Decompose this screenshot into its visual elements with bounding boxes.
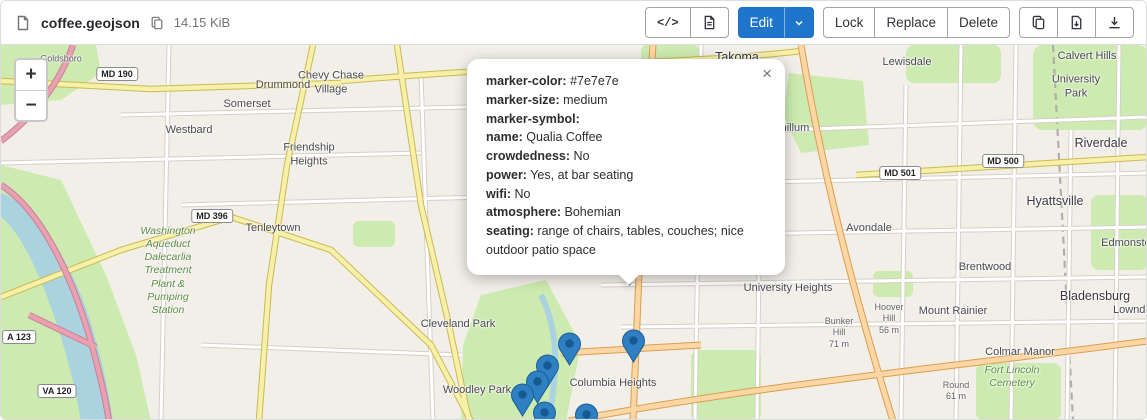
map-marker[interactable] <box>621 329 646 363</box>
zoom-in-button[interactable]: + <box>16 60 46 90</box>
copy-path-icon[interactable] <box>148 14 166 32</box>
road-shield: MD 500 <box>982 154 1024 168</box>
road-shield: MD 501 <box>879 166 921 180</box>
download-button[interactable] <box>1095 7 1134 38</box>
file-utility-group <box>1019 7 1134 38</box>
edit-dropdown-button[interactable] <box>784 7 814 38</box>
road-shield: MD 396 <box>191 209 233 223</box>
download-icon <box>1107 15 1122 30</box>
display-rendered-button[interactable] <box>690 7 729 38</box>
zoom-control: + − <box>14 58 48 122</box>
popup-row: marker-color: #7e7e7e <box>486 72 766 91</box>
file-action-group: Lock Replace Delete <box>823 7 1010 38</box>
lock-button[interactable]: Lock <box>823 7 876 38</box>
popup-row: name: Qualia Coffee <box>486 128 766 147</box>
popup-row: power: Yes, at bar seating <box>486 166 766 185</box>
open-raw-button[interactable] <box>1057 7 1096 38</box>
road-shield: VA 120 <box>37 384 76 398</box>
popup-row: wifi: No <box>486 185 766 204</box>
header-actions: </> Edit Lock Replace Delete <box>645 7 1134 38</box>
feature-popup: × marker-color: #7e7e7emarker-size: medi… <box>467 59 785 275</box>
popup-row: atmosphere: Bohemian <box>486 203 766 222</box>
zoom-out-button[interactable]: − <box>16 90 46 120</box>
popup-rows: marker-color: #7e7e7emarker-size: medium… <box>486 72 766 260</box>
map-marker[interactable] <box>574 403 599 419</box>
popup-row: marker-symbol: <box>486 110 766 129</box>
rendered-file-icon <box>702 15 717 30</box>
file-name: coffee.geojson <box>41 15 140 31</box>
copy-contents-button[interactable] <box>1019 7 1058 38</box>
road-shield: A 123 <box>2 330 36 344</box>
file-icon <box>13 13 33 33</box>
file-size: 14.15 KiB <box>174 15 230 30</box>
edit-button[interactable]: Edit <box>738 7 785 38</box>
edit-split-button: Edit <box>738 7 814 38</box>
map-marker[interactable] <box>557 332 582 366</box>
replace-button[interactable]: Replace <box>874 7 948 38</box>
raw-file-icon <box>1069 15 1084 30</box>
delete-button[interactable]: Delete <box>947 7 1010 38</box>
copy-icon <box>1031 15 1046 30</box>
chevron-down-icon <box>793 17 805 29</box>
file-viewer: coffee.geojson 14.15 KiB </> Edit Lock R… <box>0 0 1147 420</box>
road-shield: MD 190 <box>96 67 138 81</box>
view-toggle-group: </> <box>645 7 729 38</box>
popup-close-icon[interactable]: × <box>758 63 776 84</box>
popup-row: seating: range of chairs, tables, couche… <box>486 222 766 260</box>
popup-row: crowdedness: No <box>486 147 766 166</box>
map-marker[interactable] <box>532 401 557 419</box>
file-header: coffee.geojson 14.15 KiB </> Edit Lock R… <box>1 1 1146 45</box>
display-source-button[interactable]: </> <box>645 7 691 38</box>
map-canvas[interactable]: + − × marker-color: #7e7e7emarker-size: … <box>1 45 1146 419</box>
popup-row: marker-size: medium <box>486 91 766 110</box>
